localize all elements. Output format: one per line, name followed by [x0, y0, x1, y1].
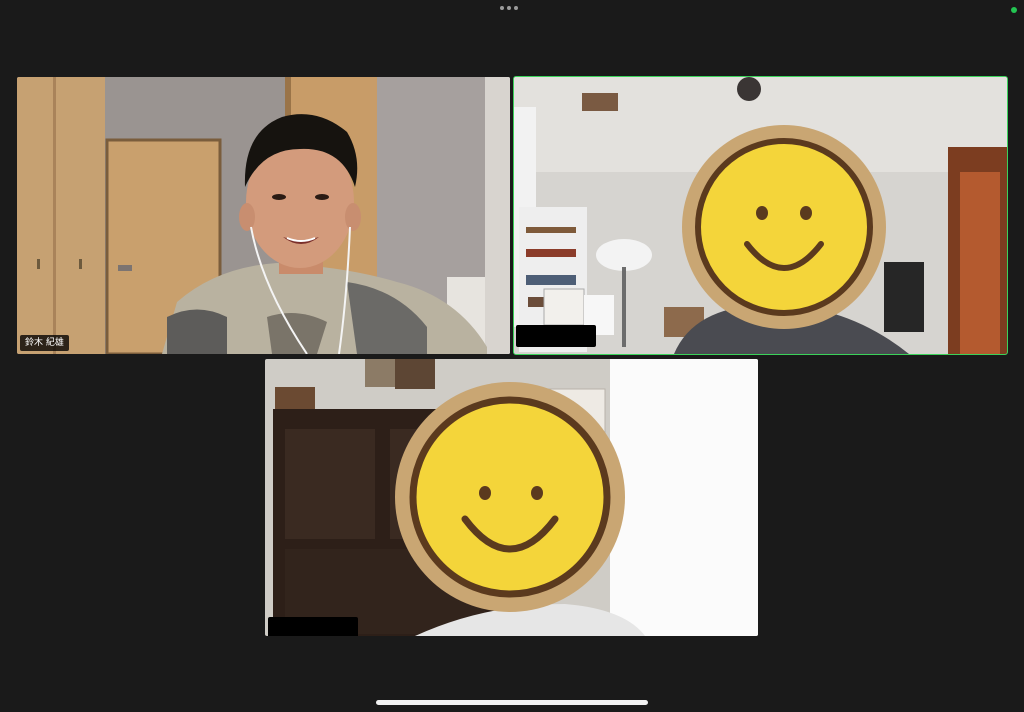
connection-status-indicator	[1011, 7, 1017, 13]
top-bar	[0, 0, 1024, 24]
participant-video	[265, 359, 758, 636]
video-tile-participant-2[interactable]	[513, 76, 1008, 355]
video-tile-participant-1[interactable]: 鈴木 紀雄	[17, 77, 510, 354]
home-indicator-bar[interactable]	[376, 700, 648, 705]
participant-name-tag	[516, 325, 596, 347]
video-tile-participant-3[interactable]	[265, 359, 758, 636]
participant-video	[514, 77, 1007, 354]
dot	[507, 6, 511, 10]
smiley-face-sticker-icon	[682, 125, 886, 329]
participant-video	[17, 77, 510, 354]
participant-name-tag: 鈴木 紀雄	[20, 335, 69, 351]
smiley-face-sticker-icon	[395, 382, 625, 612]
participant-name-tag	[268, 617, 358, 636]
more-options-icon[interactable]	[500, 6, 518, 10]
dot	[500, 6, 504, 10]
dot	[514, 6, 518, 10]
